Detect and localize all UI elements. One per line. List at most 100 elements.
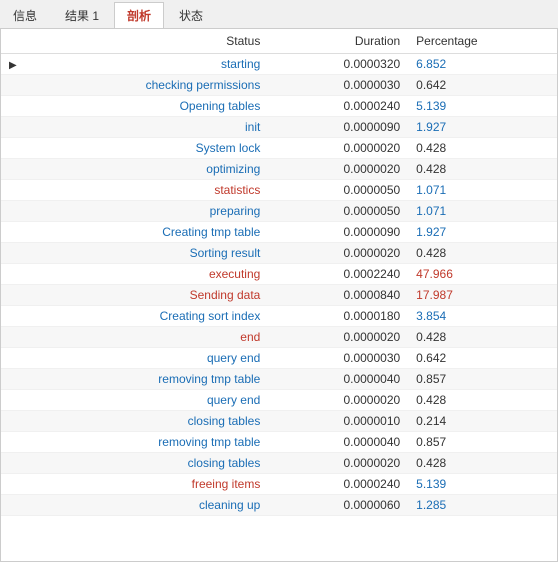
table-row[interactable]: System lock0.00000200.428 — [1, 138, 557, 159]
row-duration: 0.0002240 — [268, 264, 408, 285]
table-row[interactable]: Creating tmp table0.00000901.927 — [1, 222, 557, 243]
row-percentage: 1.927 — [408, 222, 557, 243]
row-duration: 0.0000040 — [268, 369, 408, 390]
row-duration: 0.0000060 — [268, 495, 408, 516]
row-percentage: 17.987 — [408, 285, 557, 306]
table-row[interactable]: Sending data0.000084017.987 — [1, 285, 557, 306]
table-row[interactable]: removing tmp table0.00000400.857 — [1, 369, 557, 390]
row-status: Opening tables — [17, 96, 268, 117]
row-status: query end — [17, 390, 268, 411]
row-arrow: ▶ — [1, 54, 17, 75]
table-row[interactable]: closing tables0.00000200.428 — [1, 453, 557, 474]
table-row[interactable]: Creating sort index0.00001803.854 — [1, 306, 557, 327]
row-duration: 0.0000020 — [268, 327, 408, 348]
tabs-container: 信息结果 1剖析状态 Status Duration Percentage ▶s… — [0, 0, 558, 562]
row-duration: 0.0000020 — [268, 390, 408, 411]
row-duration: 0.0000020 — [268, 159, 408, 180]
tab-status[interactable]: 状态 — [166, 2, 216, 28]
table-row[interactable]: checking permissions0.00000300.642 — [1, 75, 557, 96]
row-status: Sending data — [17, 285, 268, 306]
table-row[interactable]: cleaning up0.00000601.285 — [1, 495, 557, 516]
table-row[interactable]: closing tables0.00000100.214 — [1, 411, 557, 432]
row-duration: 0.0000030 — [268, 75, 408, 96]
col-header-status: Status — [17, 29, 268, 54]
row-percentage: 0.857 — [408, 369, 557, 390]
row-status: executing — [17, 264, 268, 285]
row-arrow — [1, 432, 17, 453]
row-duration: 0.0000010 — [268, 411, 408, 432]
table-row[interactable]: Sorting result0.00000200.428 — [1, 243, 557, 264]
row-arrow — [1, 180, 17, 201]
row-status: freeing items — [17, 474, 268, 495]
row-arrow — [1, 96, 17, 117]
row-percentage: 0.857 — [408, 432, 557, 453]
row-duration: 0.0000180 — [268, 306, 408, 327]
row-arrow — [1, 390, 17, 411]
row-duration: 0.0000020 — [268, 138, 408, 159]
table-row[interactable]: statistics0.00000501.071 — [1, 180, 557, 201]
col-header-duration: Duration — [268, 29, 408, 54]
row-percentage: 0.428 — [408, 243, 557, 264]
row-arrow — [1, 369, 17, 390]
tab-profile[interactable]: 剖析 — [114, 2, 164, 28]
row-status: optimizing — [17, 159, 268, 180]
row-arrow — [1, 495, 17, 516]
profile-table: Status Duration Percentage ▶starting0.00… — [1, 29, 557, 516]
table-row[interactable]: optimizing0.00000200.428 — [1, 159, 557, 180]
table-row[interactable]: preparing0.00000501.071 — [1, 201, 557, 222]
row-duration: 0.0000240 — [268, 474, 408, 495]
row-percentage: 5.139 — [408, 474, 557, 495]
row-status: preparing — [17, 201, 268, 222]
table-row[interactable]: end0.00000200.428 — [1, 327, 557, 348]
row-percentage: 3.854 — [408, 306, 557, 327]
row-arrow — [1, 222, 17, 243]
expand-arrow-icon: ▶ — [9, 60, 17, 71]
table-row[interactable]: Opening tables0.00002405.139 — [1, 96, 557, 117]
row-arrow — [1, 348, 17, 369]
row-arrow — [1, 453, 17, 474]
row-status: closing tables — [17, 411, 268, 432]
row-status: Sorting result — [17, 243, 268, 264]
tab-info[interactable]: 信息 — [0, 2, 50, 28]
row-duration: 0.0000050 — [268, 180, 408, 201]
row-status: checking permissions — [17, 75, 268, 96]
table-row[interactable]: removing tmp table0.00000400.857 — [1, 432, 557, 453]
tab-content: Status Duration Percentage ▶starting0.00… — [0, 29, 558, 562]
row-status: Creating sort index — [17, 306, 268, 327]
table-row[interactable]: freeing items0.00002405.139 — [1, 474, 557, 495]
row-arrow — [1, 159, 17, 180]
row-duration: 0.0000090 — [268, 117, 408, 138]
table-row[interactable]: init0.00000901.927 — [1, 117, 557, 138]
row-percentage: 1.071 — [408, 180, 557, 201]
row-duration: 0.0000040 — [268, 432, 408, 453]
row-arrow — [1, 327, 17, 348]
row-status: starting — [17, 54, 268, 75]
row-status: end — [17, 327, 268, 348]
row-percentage: 0.642 — [408, 75, 557, 96]
row-percentage: 6.852 — [408, 54, 557, 75]
row-percentage: 0.428 — [408, 453, 557, 474]
table-row[interactable]: executing0.000224047.966 — [1, 264, 557, 285]
row-percentage: 0.428 — [408, 390, 557, 411]
row-percentage: 0.428 — [408, 159, 557, 180]
row-duration: 0.0000840 — [268, 285, 408, 306]
row-percentage: 0.428 — [408, 138, 557, 159]
row-percentage: 0.428 — [408, 327, 557, 348]
table-row[interactable]: query end0.00000200.428 — [1, 390, 557, 411]
row-arrow — [1, 474, 17, 495]
row-status: closing tables — [17, 453, 268, 474]
row-percentage: 5.139 — [408, 96, 557, 117]
tab-result1[interactable]: 结果 1 — [52, 2, 112, 28]
row-duration: 0.0000020 — [268, 453, 408, 474]
table-row[interactable]: ▶starting0.00003206.852 — [1, 54, 557, 75]
table-row[interactable]: query end0.00000300.642 — [1, 348, 557, 369]
row-arrow — [1, 264, 17, 285]
row-percentage: 1.071 — [408, 201, 557, 222]
row-status: removing tmp table — [17, 369, 268, 390]
row-status: Creating tmp table — [17, 222, 268, 243]
row-duration: 0.0000090 — [268, 222, 408, 243]
row-arrow — [1, 138, 17, 159]
row-duration: 0.0000030 — [268, 348, 408, 369]
row-arrow — [1, 411, 17, 432]
row-percentage: 0.214 — [408, 411, 557, 432]
